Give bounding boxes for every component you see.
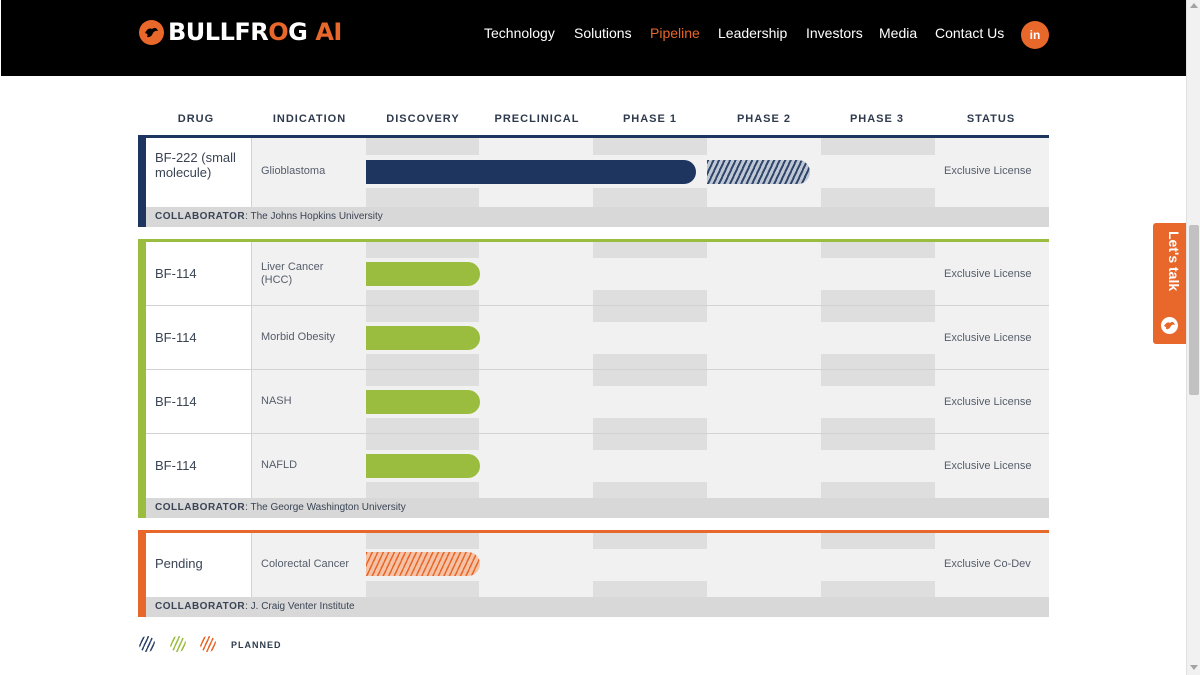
col-indication: INDICATION: [272, 113, 347, 125]
status: Exclusive License: [944, 332, 1032, 344]
col-phase-2: PHASE 2: [736, 113, 792, 125]
scroll-down-arrow-icon[interactable]: [1190, 665, 1198, 670]
drug-name: BF-222 (small molecule): [155, 150, 236, 180]
nav-media[interactable]: Media: [879, 25, 917, 45]
phase1-column-shade: [593, 242, 707, 498]
progress-bar: [366, 262, 480, 286]
logo-text: BULLFROG AI: [168, 18, 342, 46]
collaborator-bar: COLLABORATOR: The George Washington Univ…: [146, 498, 1049, 518]
green-hatch-icon: [170, 636, 186, 652]
scroll-thumb[interactable]: [1189, 225, 1199, 395]
nav-contact-us[interactable]: Contact Us: [935, 25, 1004, 45]
collaborator-bar: COLLABORATOR: J. Craig Venter Institute: [146, 597, 1049, 617]
vertical-scrollbar[interactable]: [1186, 0, 1200, 675]
drug-name: Pending: [155, 556, 203, 571]
page: BULLFROG AI Technology Solutions Pipeline…: [0, 0, 1200, 675]
progress-bar: [366, 390, 480, 414]
collaborator-bar: COLLABORATOR: The Johns Hopkins Universi…: [146, 207, 1049, 227]
indication: Morbid Obesity: [261, 331, 335, 343]
col-status: STATUS: [966, 113, 1016, 125]
drug-name: BF-114: [155, 330, 197, 345]
logo[interactable]: BULLFROG AI: [139, 17, 342, 47]
nav-leadership[interactable]: Leadership: [718, 25, 787, 45]
collaborator-text: COLLABORATOR: The Johns Hopkins Universi…: [155, 211, 383, 222]
nav-investors[interactable]: Investors: [806, 25, 863, 45]
indication: Colorectal Cancer: [261, 558, 350, 570]
pipeline-group-gwu: BF-114 Liver Cancer (HCC) Exclusive Lice…: [138, 239, 1049, 518]
status: Exclusive Co-Dev: [944, 558, 1031, 570]
lets-talk-label: Let's talk: [1166, 231, 1182, 292]
cell-divider: [251, 138, 252, 207]
row-divider: [146, 433, 1049, 434]
phase3-column-shade: [821, 533, 935, 597]
indication: Glioblastoma: [261, 165, 326, 177]
col-discovery: DISCOVERY: [386, 113, 460, 125]
drug-name: BF-114: [155, 458, 197, 473]
collaborator-text: COLLABORATOR: J. Craig Venter Institute: [155, 601, 355, 612]
frog-logo-icon: [139, 19, 164, 45]
phase3-column-shade: [821, 242, 935, 498]
group-side-bar: [138, 239, 146, 518]
navy-hatch-icon: [139, 636, 155, 652]
collaborator-text: COLLABORATOR: The George Washington Univ…: [155, 502, 406, 513]
linkedin-icon[interactable]: in: [1021, 21, 1049, 49]
phase1-column-shade: [593, 533, 707, 597]
planned-bar: [707, 160, 810, 184]
status: Exclusive License: [944, 165, 1032, 177]
nav-pipeline[interactable]: Pipeline: [650, 25, 700, 45]
status: Exclusive License: [944, 396, 1032, 408]
row-divider: [146, 305, 1049, 306]
cell-divider: [251, 242, 252, 498]
status: Exclusive License: [944, 460, 1032, 472]
lets-talk-tab[interactable]: Let's talk: [1153, 223, 1186, 344]
progress-bar: [366, 454, 480, 478]
nav-solutions[interactable]: Solutions: [574, 25, 632, 45]
phase3-band: [821, 155, 935, 188]
drug-name: BF-114: [155, 266, 197, 281]
cell-divider: [251, 533, 252, 597]
group-side-bar: [138, 135, 146, 227]
frog-logo-icon: [1161, 317, 1178, 334]
progress-bar: [366, 326, 480, 350]
nav-technology[interactable]: Technology: [484, 25, 555, 45]
col-preclinical: PRECLINICAL: [494, 113, 580, 125]
row-divider: [146, 369, 1049, 370]
planned-bar: [366, 552, 480, 576]
col-phase-3: PHASE 3: [849, 113, 905, 125]
indication: NAFLD: [261, 459, 298, 471]
status: Exclusive License: [944, 268, 1032, 280]
pipeline-group-venter: Pending Colorectal Cancer Exclusive Co-D…: [138, 530, 1049, 617]
orange-hatch-icon: [200, 636, 216, 652]
progress-bar: [366, 160, 696, 184]
site-header: BULLFROG AI Technology Solutions Pipeline…: [1, 0, 1186, 76]
group-side-bar: [138, 530, 146, 617]
indication: Liver Cancer (HCC): [261, 261, 324, 286]
drug-name: BF-114: [155, 394, 197, 409]
col-phase-1: PHASE 1: [622, 113, 678, 125]
scroll-up-arrow-icon[interactable]: [1190, 3, 1198, 8]
legend-planned-label: PLANNED: [231, 640, 282, 650]
pipeline-group-hopkins: BF-222 (small molecule) Glioblastoma Exc…: [138, 135, 1049, 227]
indication: NASH: [261, 395, 292, 407]
col-drug: DRUG: [177, 113, 215, 125]
